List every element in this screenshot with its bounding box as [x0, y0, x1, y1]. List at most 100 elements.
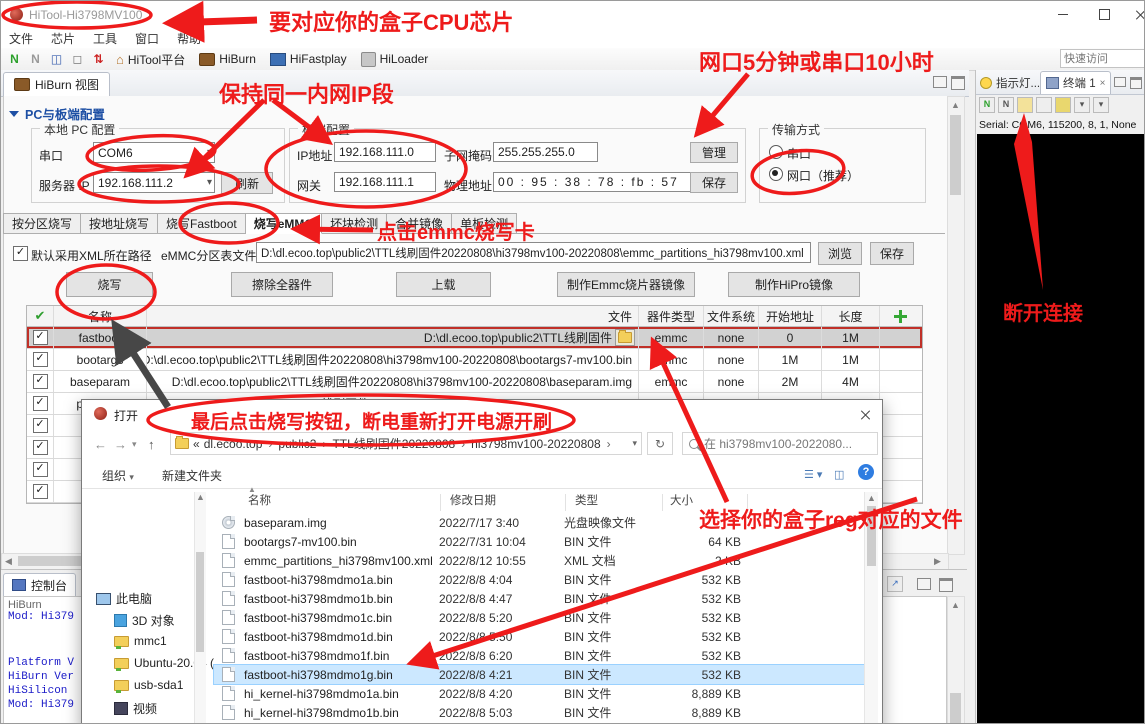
scroll-left-icon[interactable]: ◀ — [5, 556, 12, 566]
row-checkbox[interactable]: ✓ — [33, 418, 48, 433]
connect-terminal-icon[interactable]: N — [979, 97, 995, 113]
add-row-icon[interactable] — [894, 310, 907, 323]
tab-board-check[interactable]: 单板检测 — [452, 213, 517, 234]
file-list-scrollbar[interactable]: ▲ — [864, 492, 878, 724]
breadcrumb-item[interactable]: hi3798mv100-20220808 — [471, 437, 600, 451]
sidebar-item-usb-sda1[interactable]: usb-sda1 — [114, 678, 183, 692]
back-icon[interactable]: ← — [94, 437, 107, 452]
scroll-right-icon[interactable]: ▶ — [934, 556, 941, 566]
minimize-view-icon[interactable] — [933, 76, 947, 88]
serial-port-select[interactable]: COM6▾ — [93, 142, 215, 163]
disconnect-terminal-icon[interactable]: N — [998, 97, 1014, 113]
row-checkbox[interactable]: ✓ — [33, 484, 48, 499]
sidebar-item-this-pc[interactable]: 此电脑 — [96, 590, 152, 607]
settings-icon[interactable]: ◫ — [49, 52, 64, 67]
gateway-input[interactable]: 192.168.111.1 — [334, 172, 436, 192]
minimize-console-icon[interactable] — [917, 578, 931, 590]
tab-burn-fastboot[interactable]: 烧写Fastboot — [158, 213, 246, 234]
new-folder-button[interactable]: 新建文件夹 — [162, 467, 222, 484]
column-size[interactable]: 大小 — [670, 492, 693, 508]
file-row[interactable]: bootargs7-mv100.bin2022/7/31 10:04BIN 文件… — [214, 532, 864, 551]
scrollbar-thumb[interactable] — [950, 115, 961, 195]
xml-save-button[interactable]: 保存 — [870, 242, 914, 265]
forward-icon[interactable]: → — [114, 437, 127, 452]
hiloader-button[interactable]: HiLoader — [357, 51, 433, 68]
transfer-icon[interactable]: ⇅ — [91, 52, 106, 67]
clear-terminal-icon[interactable] — [1017, 97, 1033, 113]
history-dropdown-icon[interactable]: ▾ — [132, 439, 137, 450]
board-save-button[interactable]: 保存 — [690, 172, 738, 193]
file-row[interactable]: emmc_partitions_hi3798mv100.xml2022/8/12… — [214, 551, 864, 570]
tab-burn-emmc[interactable]: 烧写eMMC — [246, 213, 322, 234]
menu-item-window[interactable]: 窗口 — [135, 30, 159, 47]
tab-indicator-light[interactable]: 指示灯... — [980, 75, 1040, 91]
make-emmc-image-button[interactable]: 制作Emmc烧片器镜像 — [557, 272, 695, 297]
emmc-partition-table-path-input[interactable]: D:\dl.ecoo.top\public2\TTL线刷固件20220808\h… — [256, 242, 811, 263]
tab-hiburn-view[interactable]: HiBurn 视图 — [3, 72, 110, 96]
board-ip-input[interactable]: 192.168.111.0 — [334, 142, 436, 162]
browse-button[interactable]: 浏览 — [818, 242, 862, 265]
close-button[interactable] — [1123, 1, 1145, 27]
refresh-button[interactable]: 刷新 — [221, 172, 273, 194]
maximize-console-icon[interactable] — [939, 578, 953, 592]
burn-button[interactable]: 烧写 — [66, 272, 153, 297]
server-ip-select[interactable]: 192.168.111.2▾ — [93, 172, 215, 193]
radio-network[interactable] — [769, 167, 783, 181]
dialog-close-button[interactable] — [854, 404, 876, 424]
file-row-selected[interactable]: fastboot-hi3798mdmo1g.bin2022/8/8 4:21BI… — [214, 665, 864, 684]
breadcrumb-item[interactable]: TTL线刷固件20220808 — [332, 435, 455, 452]
minimize-button[interactable] — [1046, 1, 1080, 27]
xml-path-checkbox[interactable]: ✓ — [13, 246, 28, 261]
file-row[interactable]: fastboot-hi3798mdmo1b.bin2022/8/8 4:47BI… — [214, 589, 864, 608]
table-row-bootargs[interactable]: ✓ bootargs D:\dl.ecoo.top\public2\TTL线刷固… — [27, 349, 922, 371]
column-type[interactable]: 类型 — [575, 492, 598, 508]
sidebar-scrollbar[interactable]: ▲ — [194, 492, 206, 724]
hiburn-button[interactable]: HiBurn — [195, 51, 260, 67]
hitool-platform-button[interactable]: ⌂ HiTool平台 — [112, 50, 189, 69]
breadcrumb-item[interactable]: public2 — [278, 437, 316, 451]
organize-menu[interactable]: 组织 ▾ — [102, 467, 134, 484]
refresh-icon[interactable]: ↻ — [647, 432, 673, 455]
open-console-icon[interactable]: ↗ — [887, 576, 903, 592]
file-row[interactable]: fastboot-hi3798mdmo1f.bin2022/8/8 6:20BI… — [214, 646, 864, 665]
menu-item-file[interactable]: 文件 — [9, 30, 33, 47]
upload-button[interactable]: 上载 — [396, 272, 491, 297]
make-hipro-image-button[interactable]: 制作HiPro镜像 — [728, 272, 860, 297]
scroll-up-icon[interactable]: ▲ — [867, 493, 876, 503]
file-row[interactable]: fastboot-hi3798mdmo1d.bin2022/8/8 5:50BI… — [214, 627, 864, 646]
column-date[interactable]: 修改日期 — [450, 492, 496, 508]
sidebar-item-videos[interactable]: 视频 — [114, 700, 157, 717]
tab-burn-by-address[interactable]: 按地址烧写 — [81, 213, 158, 234]
maximize-panel-icon[interactable] — [1130, 77, 1142, 89]
breadcrumb-dropdown-icon[interactable]: ▾ — [632, 438, 637, 449]
file-row[interactable]: fastboot-hi3798mdmo1c.bin2022/8/8 5:20BI… — [214, 608, 864, 627]
browse-file-button[interactable] — [615, 329, 635, 346]
row-checkbox[interactable]: ✓ — [33, 396, 48, 411]
tab-terminal-1[interactable]: 终端 1 × — [1040, 71, 1111, 94]
vertical-scrollbar[interactable]: ▲ — [947, 96, 965, 555]
terminal-screen[interactable] — [977, 134, 1145, 724]
search-input[interactable]: 在 hi3798mv100-2022080... — [682, 432, 878, 455]
row-checkbox[interactable]: ✓ — [33, 374, 48, 389]
tab-burn-by-partition[interactable]: 按分区烧写 — [3, 213, 81, 234]
row-checkbox[interactable]: ✓ — [33, 330, 48, 345]
connect-icon[interactable]: N — [7, 52, 22, 67]
help-icon[interactable]: ? — [858, 464, 874, 480]
scrollbar-thumb[interactable] — [196, 552, 204, 652]
menu-item-help[interactable]: 帮助 — [177, 30, 201, 47]
menu-item-tools[interactable]: 工具 — [93, 30, 117, 47]
table-row-baseparam[interactable]: ✓ baseparam D:\dl.ecoo.top\public2\TTL线刷… — [27, 371, 922, 393]
netmask-input[interactable]: 255.255.255.0 — [493, 142, 598, 162]
erase-all-button[interactable]: 擦除全器件 — [231, 272, 333, 297]
minimize-panel-icon[interactable] — [1114, 77, 1126, 87]
radio-serial[interactable] — [769, 145, 783, 159]
manage-button[interactable]: 管理 — [690, 142, 738, 163]
close-tab-icon[interactable]: × — [1100, 78, 1106, 89]
tab-merge-image[interactable]: 合并镜像 — [387, 213, 452, 234]
up-icon[interactable]: ↑ — [148, 437, 155, 452]
scrollbar-thumb[interactable] — [867, 506, 876, 566]
column-name[interactable]: 名称 — [248, 492, 271, 508]
mouse-icon[interactable]: ◻ — [70, 52, 85, 67]
quick-access-input[interactable] — [1060, 49, 1145, 68]
sidebar-item-3d-objects[interactable]: 3D 对象 — [114, 612, 175, 629]
